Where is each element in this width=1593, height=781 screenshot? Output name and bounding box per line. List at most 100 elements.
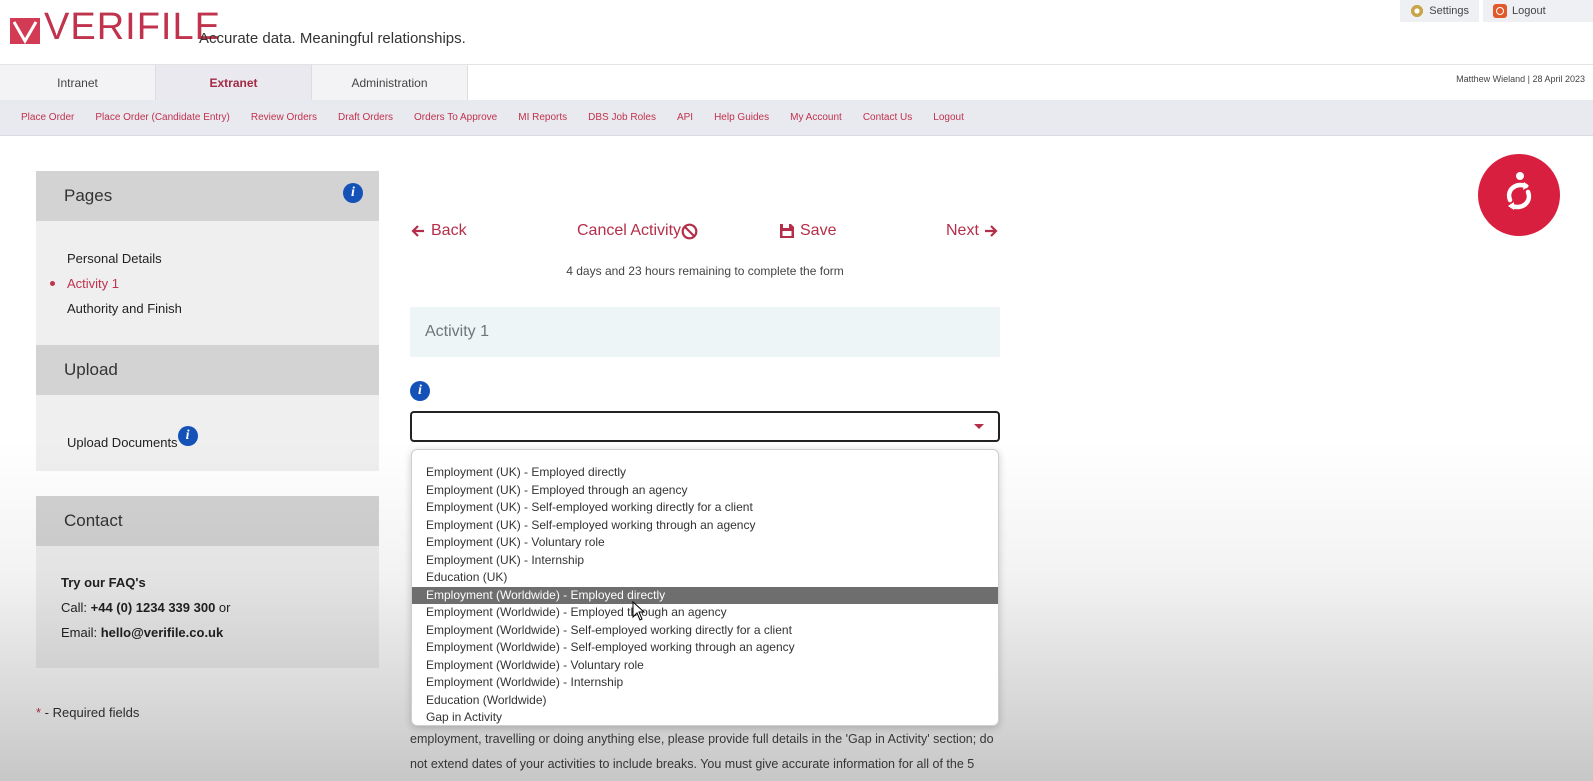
nav-my-account[interactable]: My Account xyxy=(790,112,842,123)
dropdown-option[interactable]: Employment (UK) - Employed through an ag… xyxy=(412,482,998,500)
activity-type-dropdown: Employment (UK) - Employed directly Empl… xyxy=(411,449,999,726)
floppy-disk-icon xyxy=(780,224,794,238)
dropdown-option[interactable]: Employment (UK) - Self-employed working … xyxy=(412,517,998,535)
cancel-activity-label: Cancel Activity xyxy=(577,222,682,239)
dropdown-option[interactable]: Education (UK) xyxy=(412,569,998,587)
nav-place-order[interactable]: Place Order xyxy=(21,112,74,123)
header: VERIFILE Accurate data. Meaningful relat… xyxy=(0,0,1593,64)
contact-email-link[interactable]: hello@verifile.co.uk xyxy=(101,625,224,640)
mouse-cursor-icon xyxy=(632,601,646,621)
nav-review-orders[interactable]: Review Orders xyxy=(251,112,317,123)
upload-panel-header: Upload xyxy=(36,345,379,395)
nav-draft-orders[interactable]: Draft Orders xyxy=(338,112,393,123)
contact-panel-title: Contact xyxy=(64,511,123,530)
instructions-text: employment, travelling or doing anything… xyxy=(410,727,1010,777)
tab-administration[interactable]: Administration xyxy=(312,65,468,101)
tab-administration-label: Administration xyxy=(351,76,428,90)
ban-icon xyxy=(681,223,698,239)
settings-link[interactable]: Settings xyxy=(1400,0,1479,22)
top-links: Settings Logout xyxy=(1396,0,1593,22)
contact-panel-header: Contact xyxy=(36,496,379,546)
save-label: Save xyxy=(800,222,837,239)
page-item-activity-1[interactable]: Activity 1 xyxy=(67,276,119,291)
caret-down-icon xyxy=(974,424,984,429)
call-suffix: or xyxy=(215,600,231,615)
arrow-right-icon xyxy=(984,225,998,237)
dropdown-option-highlighted[interactable]: Employment (Worldwide) - Employed direct… xyxy=(412,586,998,604)
next-button[interactable]: Next xyxy=(946,222,999,240)
page-item-personal-details[interactable]: Personal Details xyxy=(67,251,162,266)
logout-label: Logout xyxy=(1512,5,1546,17)
upload-panel-title: Upload xyxy=(64,360,118,379)
accessibility-button[interactable] xyxy=(1478,154,1560,236)
upload-documents-label: Upload Documents xyxy=(67,435,178,450)
brand-name: VERIFILE xyxy=(44,6,221,48)
verifile-logo[interactable]: VERIFILE xyxy=(10,8,221,46)
active-page-bullet-icon xyxy=(50,281,55,286)
back-button[interactable]: Back xyxy=(410,222,467,240)
dropdown-option[interactable]: Employment (Worldwide) - Internship xyxy=(412,674,998,692)
dropdown-option[interactable]: Employment (Worldwide) - Employed throug… xyxy=(412,604,998,622)
user-and-date: Matthew Wieland | 28 April 2023 xyxy=(1456,74,1585,84)
upload-panel: Upload Upload Documents i xyxy=(36,345,379,471)
save-button[interactable]: Save xyxy=(779,222,836,240)
pages-panel: Pages i Personal Details Activity 1 Auth… xyxy=(36,171,379,345)
required-note-text: - Required fields xyxy=(41,705,140,720)
tab-extranet-label: Extranet xyxy=(209,76,258,90)
back-label: Back xyxy=(431,222,467,239)
contact-email-line: Email: hello@verifile.co.uk xyxy=(61,625,223,640)
call-prefix: Call: xyxy=(61,600,91,615)
gear-icon xyxy=(1410,4,1425,18)
next-label: Next xyxy=(946,222,979,239)
pages-panel-title: Pages xyxy=(64,186,113,205)
activity-info-icon[interactable]: i xyxy=(410,381,430,401)
verifile-logo-mark-icon xyxy=(10,18,40,44)
power-icon xyxy=(1493,4,1507,18)
dropdown-option[interactable]: Employment (UK) - Internship xyxy=(412,552,998,570)
nav-logout[interactable]: Logout xyxy=(933,112,964,123)
sub-navigation: Place Order Place Order (Candidate Entry… xyxy=(0,100,1593,136)
nav-mi-reports[interactable]: MI Reports xyxy=(518,112,567,123)
activity-type-select[interactable] xyxy=(410,411,1000,442)
page-item-authority-and-finish[interactable]: Authority and Finish xyxy=(67,301,182,316)
time-remaining: 4 days and 23 hours remaining to complet… xyxy=(566,264,844,278)
tab-extranet[interactable]: Extranet xyxy=(156,65,312,101)
settings-label: Settings xyxy=(1429,5,1469,17)
dropdown-option[interactable]: Gap in Activity xyxy=(412,709,998,727)
cancel-activity-button[interactable]: Cancel Activity xyxy=(577,222,698,240)
tab-intranet[interactable]: Intranet xyxy=(0,65,156,101)
nav-help-guides[interactable]: Help Guides xyxy=(714,112,769,123)
instructions-line: not extend dates of your activities to i… xyxy=(410,757,975,771)
arrow-left-icon xyxy=(411,225,424,237)
dropdown-option[interactable]: Employment (Worldwide) - Self-employed w… xyxy=(412,639,998,657)
logout-link[interactable]: Logout xyxy=(1483,0,1593,22)
dropdown-option[interactable]: Employment (Worldwide) - Voluntary role xyxy=(412,657,998,675)
pages-info-icon[interactable]: i xyxy=(343,183,363,203)
nav-place-order-candidate-entry[interactable]: Place Order (Candidate Entry) xyxy=(95,112,230,123)
nav-api[interactable]: API xyxy=(677,112,693,123)
instructions-line: employment, travelling or doing anything… xyxy=(410,732,994,746)
dropdown-option[interactable]: Employment (UK) - Employed directly xyxy=(412,464,998,482)
brand-tagline: Accurate data. Meaningful relationships. xyxy=(199,30,466,47)
upload-info-icon[interactable]: i xyxy=(177,426,198,446)
dropdown-option[interactable]: Employment (Worldwide) - Self-employed w… xyxy=(412,622,998,640)
upload-documents-link[interactable]: Upload Documents i xyxy=(67,426,198,450)
dropdown-option[interactable]: Employment (UK) - Self-employed working … xyxy=(412,499,998,517)
tab-intranet-label: Intranet xyxy=(57,76,98,90)
contact-phone: +44 (0) 1234 339 300 xyxy=(90,600,216,615)
nav-dbs-job-roles[interactable]: DBS Job Roles xyxy=(588,112,656,123)
section-title: Activity 1 xyxy=(425,323,490,340)
nav-orders-to-approve[interactable]: Orders To Approve xyxy=(414,112,497,123)
contact-panel: Contact Try our FAQ's Call: +44 (0) 1234… xyxy=(36,496,379,668)
required-fields-note: * - Required fields xyxy=(36,705,139,720)
faq-link[interactable]: Try our FAQ's xyxy=(61,575,146,590)
main-tabs: Intranet Extranet Administration Matthew… xyxy=(0,64,1593,101)
accessibility-icon xyxy=(1506,172,1532,210)
contact-phone-line: Call: +44 (0) 1234 339 300 or xyxy=(61,600,230,615)
email-prefix: Email: xyxy=(61,625,101,640)
nav-contact-us[interactable]: Contact Us xyxy=(863,112,912,123)
dropdown-option[interactable]: Employment (UK) - Voluntary role xyxy=(412,534,998,552)
dropdown-option[interactable]: Education (Worldwide) xyxy=(412,692,998,710)
section-title-banner: Activity 1 xyxy=(410,307,1000,357)
pages-panel-header: Pages i xyxy=(36,171,379,221)
